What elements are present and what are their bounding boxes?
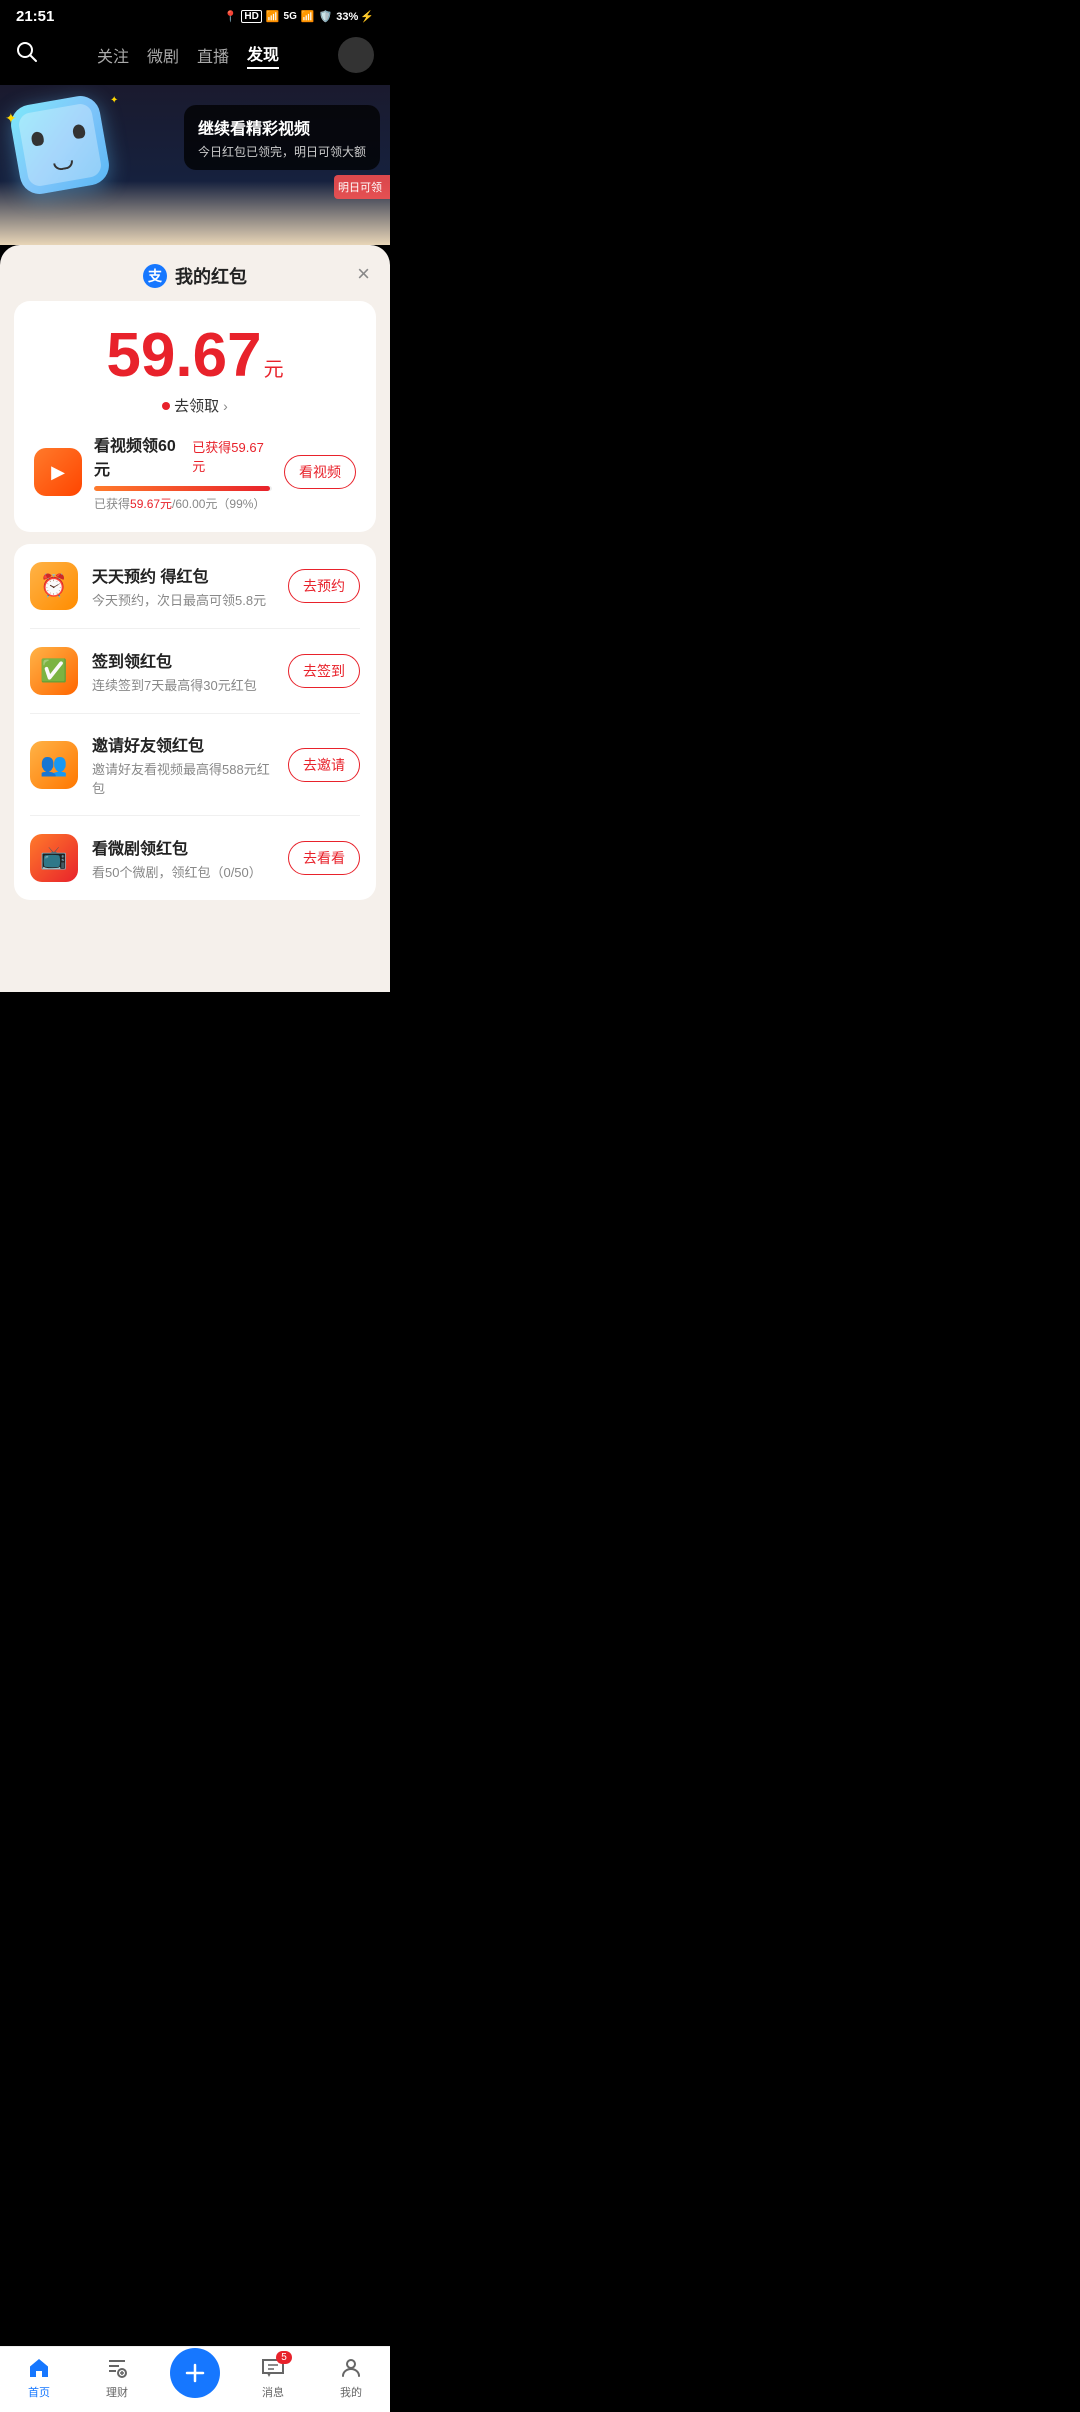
collect-link[interactable]: 去领取 › [34,395,356,416]
watch-video-button[interactable]: 看视频 [284,455,356,489]
battery-percent: 33% [336,11,358,23]
bottom-nav: 首页 理财 5 [0,2346,390,2412]
message-label: 消息 [262,2384,284,2400]
amount-display: 59.67 元 [34,325,356,387]
bolt-icon: ⚡ [360,10,374,23]
banner-bubble-subtitle: 今日红包已领完，明日可领大额 [198,143,366,160]
nav-home[interactable]: 首页 [9,2355,69,2400]
wifi-icon: 📶 [266,10,280,23]
collect-dot [162,402,170,410]
status-time: 21:51 [16,8,54,25]
amount-value: 59.67 [106,325,261,387]
home-label: 首页 [28,2384,50,2400]
reserve-item: ⏰ 天天预约 得红包 今天预约，次日最高可领5.8元 去预约 [30,544,360,629]
micro-icon: 📺 [30,834,78,882]
collect-arrow-icon: › [223,398,228,414]
signal-bars-icon: 📶 [301,10,315,23]
mine-label: 我的 [340,2384,362,2400]
checkin-icon: ✅ [30,647,78,695]
invite-title: 邀请好友领红包 [92,732,274,756]
banner-bubble-title: 继续看精彩视频 [198,115,366,139]
task-title-row: 看视频领60元 已获得59.67元 [94,432,272,480]
micro-title: 看微剧领红包 [92,835,274,859]
task-earned: 已获得59.67元 [192,437,272,475]
plus-button[interactable] [170,2348,220,2398]
banner-tag: 明日可领 [334,175,390,199]
modal-header: 支 我的红包 × [0,245,390,301]
invite-item: 👥 邀请好友领红包 邀请好友看视频最高得588元红包 去邀请 [30,714,360,816]
close-button[interactable]: × [357,261,370,287]
modal-sheet: 支 我的红包 × 59.67 元 去领取 › 看视频领60元 已获得59.67元 [0,245,390,992]
mascot-illustration [15,100,105,190]
invite-subtitle: 邀请好友看视频最高得588元红包 [92,759,274,797]
banner-area: ✦ ✦ 继续看精彩视频 今日红包已领完，明日可领大额 明日可领 [0,85,390,245]
video-task-row: 看视频领60元 已获得59.67元 已获得59.67元/60.00元（99%） … [34,432,356,512]
task-title: 看视频领60元 [94,432,186,480]
progress-bar-fill [94,486,270,491]
signal-5g-icon: 5G [284,11,297,22]
micro-info: 看微剧领红包 看50个微剧，领红包（0/50） [92,835,274,881]
micro-subtitle: 看50个微剧，领红包（0/50） [92,862,274,881]
home-icon [26,2355,52,2381]
micro-button[interactable]: 去看看 [288,841,360,875]
list-card: ⏰ 天天预约 得红包 今天预约，次日最高可领5.8元 去预约 ✅ 签到领红包 连… [14,544,376,900]
video-task-icon [34,448,82,496]
finance-icon [104,2355,130,2381]
nav-plus[interactable] [165,2358,225,2398]
avatar[interactable] [338,37,374,73]
progress-bar-container [94,486,272,491]
checkin-title: 签到领红包 [92,648,274,672]
finance-label: 理财 [106,2384,128,2400]
task-info: 看视频领60元 已获得59.67元 已获得59.67元/60.00元（99%） [94,432,272,512]
collect-text: 去领取 [174,395,219,416]
invite-icon: 👥 [30,741,78,789]
tab-follow[interactable]: 关注 [97,43,129,67]
banner-bubble[interactable]: 继续看精彩视频 今日红包已领完，明日可领大额 [184,105,380,170]
modal-title-wrap: 支 我的红包 [143,263,247,289]
hd-badge: HD [241,10,261,23]
reserve-icon: ⏰ [30,562,78,610]
shield-icon: 🛡️ [319,10,333,23]
message-icon: 5 [260,2355,286,2381]
alipay-icon: 支 [143,264,167,288]
invite-button[interactable]: 去邀请 [288,748,360,782]
sparkle-icon: ✦ [5,110,17,127]
checkin-button[interactable]: 去签到 [288,654,360,688]
micro-item: 📺 看微剧领红包 看50个微剧，领红包（0/50） 去看看 [30,816,360,900]
nav-mine[interactable]: 我的 [321,2355,381,2400]
checkin-item: ✅ 签到领红包 连续签到7天最高得30元红包 去签到 [30,629,360,714]
tab-microdrama[interactable]: 微剧 [147,43,179,67]
tab-discover[interactable]: 发现 [247,41,279,69]
search-button[interactable] [16,41,38,69]
battery-icon: 33% ⚡ [336,10,374,23]
amount-card: 59.67 元 去领取 › 看视频领60元 已获得59.67元 [14,301,376,532]
nav-finance[interactable]: 理财 [87,2355,147,2400]
task-sub: 已获得59.67元/60.00元（99%） [94,495,272,512]
amount-unit: 元 [264,353,284,382]
reserve-subtitle: 今天预约，次日最高可领5.8元 [92,590,274,609]
mine-icon [338,2355,364,2381]
invite-info: 邀请好友领红包 邀请好友看视频最高得588元红包 [92,732,274,797]
reserve-button[interactable]: 去预约 [288,569,360,603]
status-icons: 📍 HD 📶 5G 📶 🛡️ 33% ⚡ [224,10,374,23]
nav-tabs: 关注 微剧 直播 发现 [97,41,279,69]
checkin-info: 签到领红包 连续签到7天最高得30元红包 [92,648,274,694]
checkin-subtitle: 连续签到7天最高得30元红包 [92,675,274,694]
reserve-info: 天天预约 得红包 今天预约，次日最高可领5.8元 [92,563,274,609]
message-badge: 5 [276,2351,292,2364]
modal-title: 我的红包 [175,263,247,289]
tab-live[interactable]: 直播 [197,43,229,67]
sparkle-icon-2: ✦ [110,95,118,106]
location-icon: 📍 [224,10,238,23]
reserve-title: 天天预约 得红包 [92,563,274,587]
top-nav: 关注 微剧 直播 发现 [0,29,390,85]
nav-message[interactable]: 5 消息 [243,2355,303,2400]
status-bar: 21:51 📍 HD 📶 5G 📶 🛡️ 33% ⚡ [0,0,390,29]
